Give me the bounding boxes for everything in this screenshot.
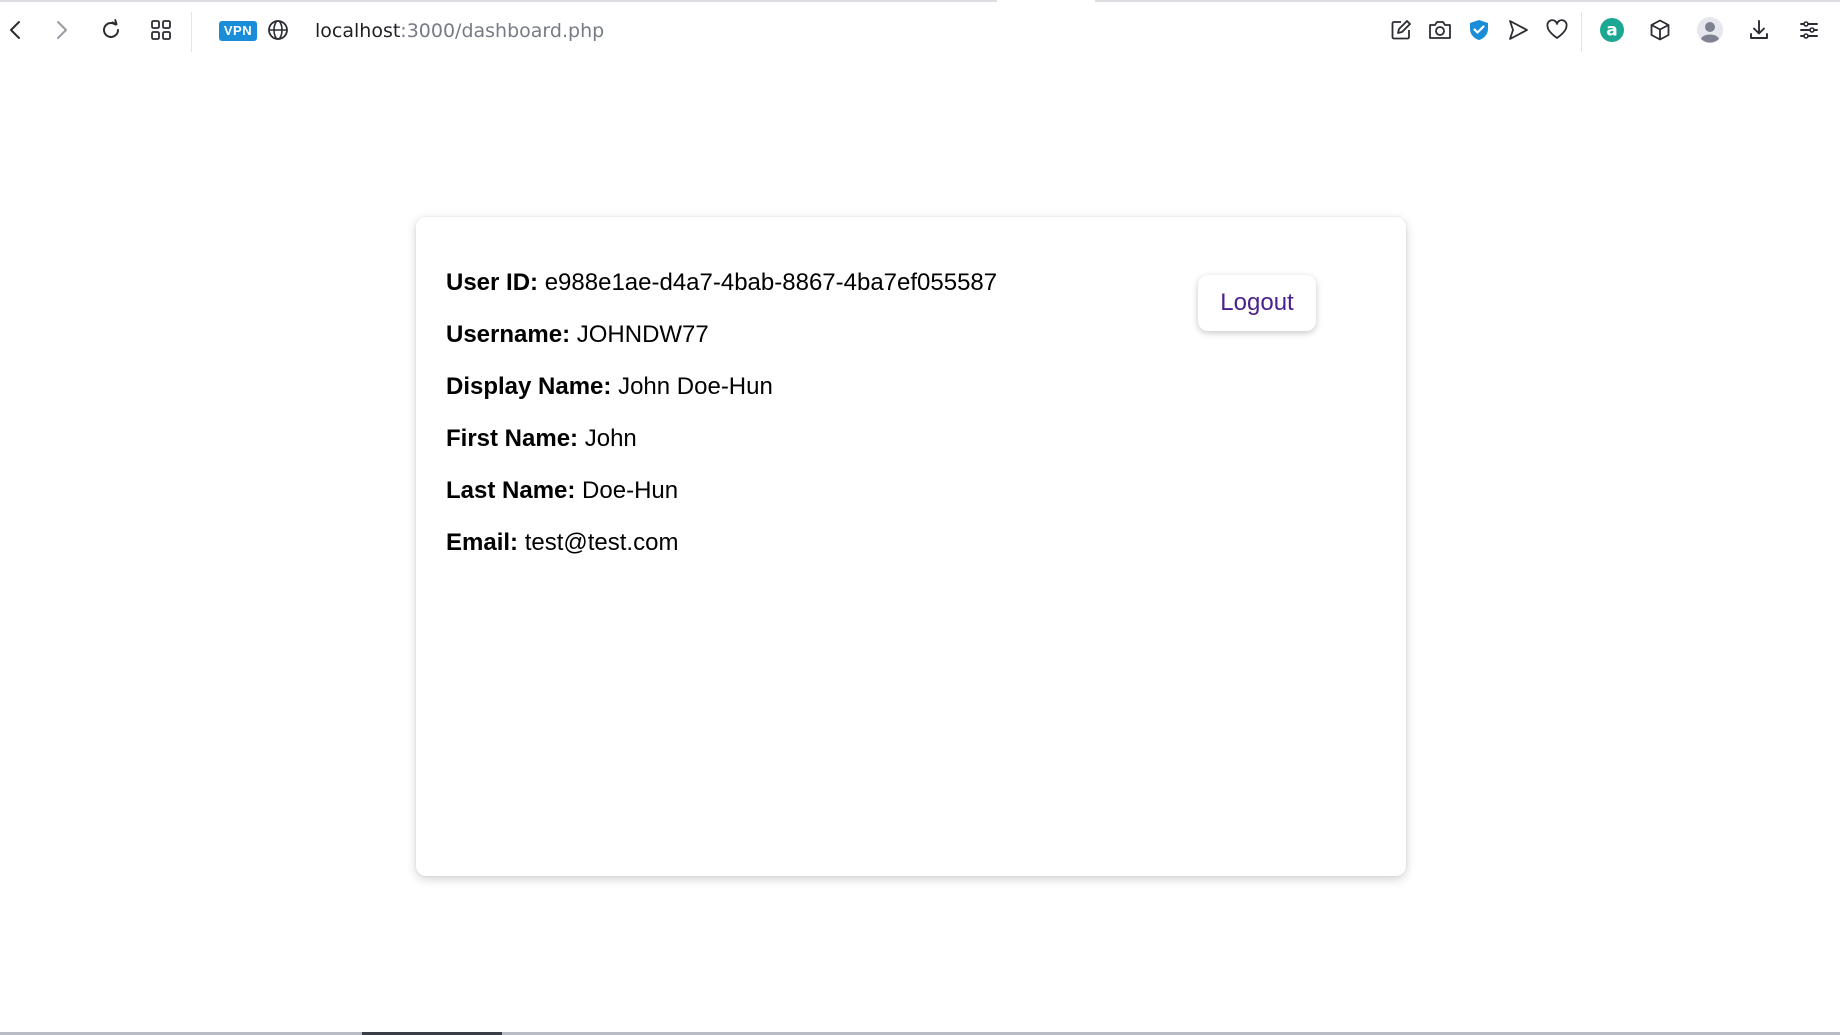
- url-path: :3000/dashboard.php: [400, 20, 605, 42]
- last-name-value: Doe-Hun: [582, 477, 679, 504]
- forward-icon[interactable]: [45, 14, 77, 46]
- profile-info-list: User ID: e988e1ae-d4a7-4bab-8867-4ba7ef0…: [446, 269, 997, 581]
- profile-icon[interactable]: [1694, 14, 1726, 46]
- last-name-row: Last Name: Doe-Hun: [446, 477, 997, 529]
- browser-toolbar: VPN localhost:3000/dashboard.php a: [0, 0, 1840, 62]
- first-name-row: First Name: John: [446, 425, 997, 477]
- heart-icon[interactable]: [1541, 14, 1573, 46]
- username-row: Username: JOHNDW77: [446, 321, 997, 373]
- toolbar-divider: [1581, 12, 1582, 52]
- email-value: test@test.com: [524, 529, 679, 556]
- menu-icon[interactable]: [1793, 14, 1825, 46]
- download-icon[interactable]: [1743, 14, 1775, 46]
- last-name-label: Last Name:: [446, 477, 576, 504]
- tabs-grid-icon[interactable]: [145, 14, 177, 46]
- active-tab-gap: [997, 0, 1095, 2]
- display-name-label: Display Name:: [446, 373, 612, 400]
- send-icon[interactable]: [1502, 14, 1534, 46]
- email-row: Email: test@test.com: [446, 529, 997, 581]
- svg-text:a: a: [1606, 21, 1617, 41]
- first-name-value: John: [584, 425, 637, 452]
- cube-icon[interactable]: [1644, 14, 1676, 46]
- back-icon[interactable]: [0, 14, 32, 46]
- tab-strip-line: [0, 0, 1840, 2]
- user-id-row: User ID: e988e1ae-d4a7-4bab-8867-4ba7ef0…: [446, 269, 997, 321]
- url-host: localhost: [315, 20, 401, 42]
- user-id-label: User ID:: [446, 269, 539, 296]
- edit-icon[interactable]: [1385, 14, 1417, 46]
- email-label: Email:: [446, 529, 519, 556]
- username-label: Username:: [446, 321, 571, 348]
- profile-card: User ID: e988e1ae-d4a7-4bab-8867-4ba7ef0…: [416, 217, 1406, 876]
- logout-button[interactable]: Logout: [1198, 275, 1316, 331]
- user-id-value: e988e1ae-d4a7-4bab-8867-4ba7ef055587: [544, 269, 998, 296]
- first-name-label: First Name:: [446, 425, 579, 452]
- toolbar-divider: [191, 12, 192, 52]
- address-bar[interactable]: localhost:3000/dashboard.php: [315, 18, 604, 44]
- display-name-value: John Doe-Hun: [618, 373, 773, 400]
- display-name-row: Display Name: John Doe-Hun: [446, 373, 997, 425]
- globe-icon[interactable]: [262, 14, 294, 46]
- username-value: JOHNDW77: [576, 321, 709, 348]
- extension-a-icon[interactable]: a: [1596, 14, 1628, 46]
- camera-icon[interactable]: [1424, 14, 1456, 46]
- shield-icon[interactable]: [1463, 14, 1495, 46]
- reload-icon[interactable]: [95, 14, 127, 46]
- vpn-badge[interactable]: VPN: [219, 21, 257, 41]
